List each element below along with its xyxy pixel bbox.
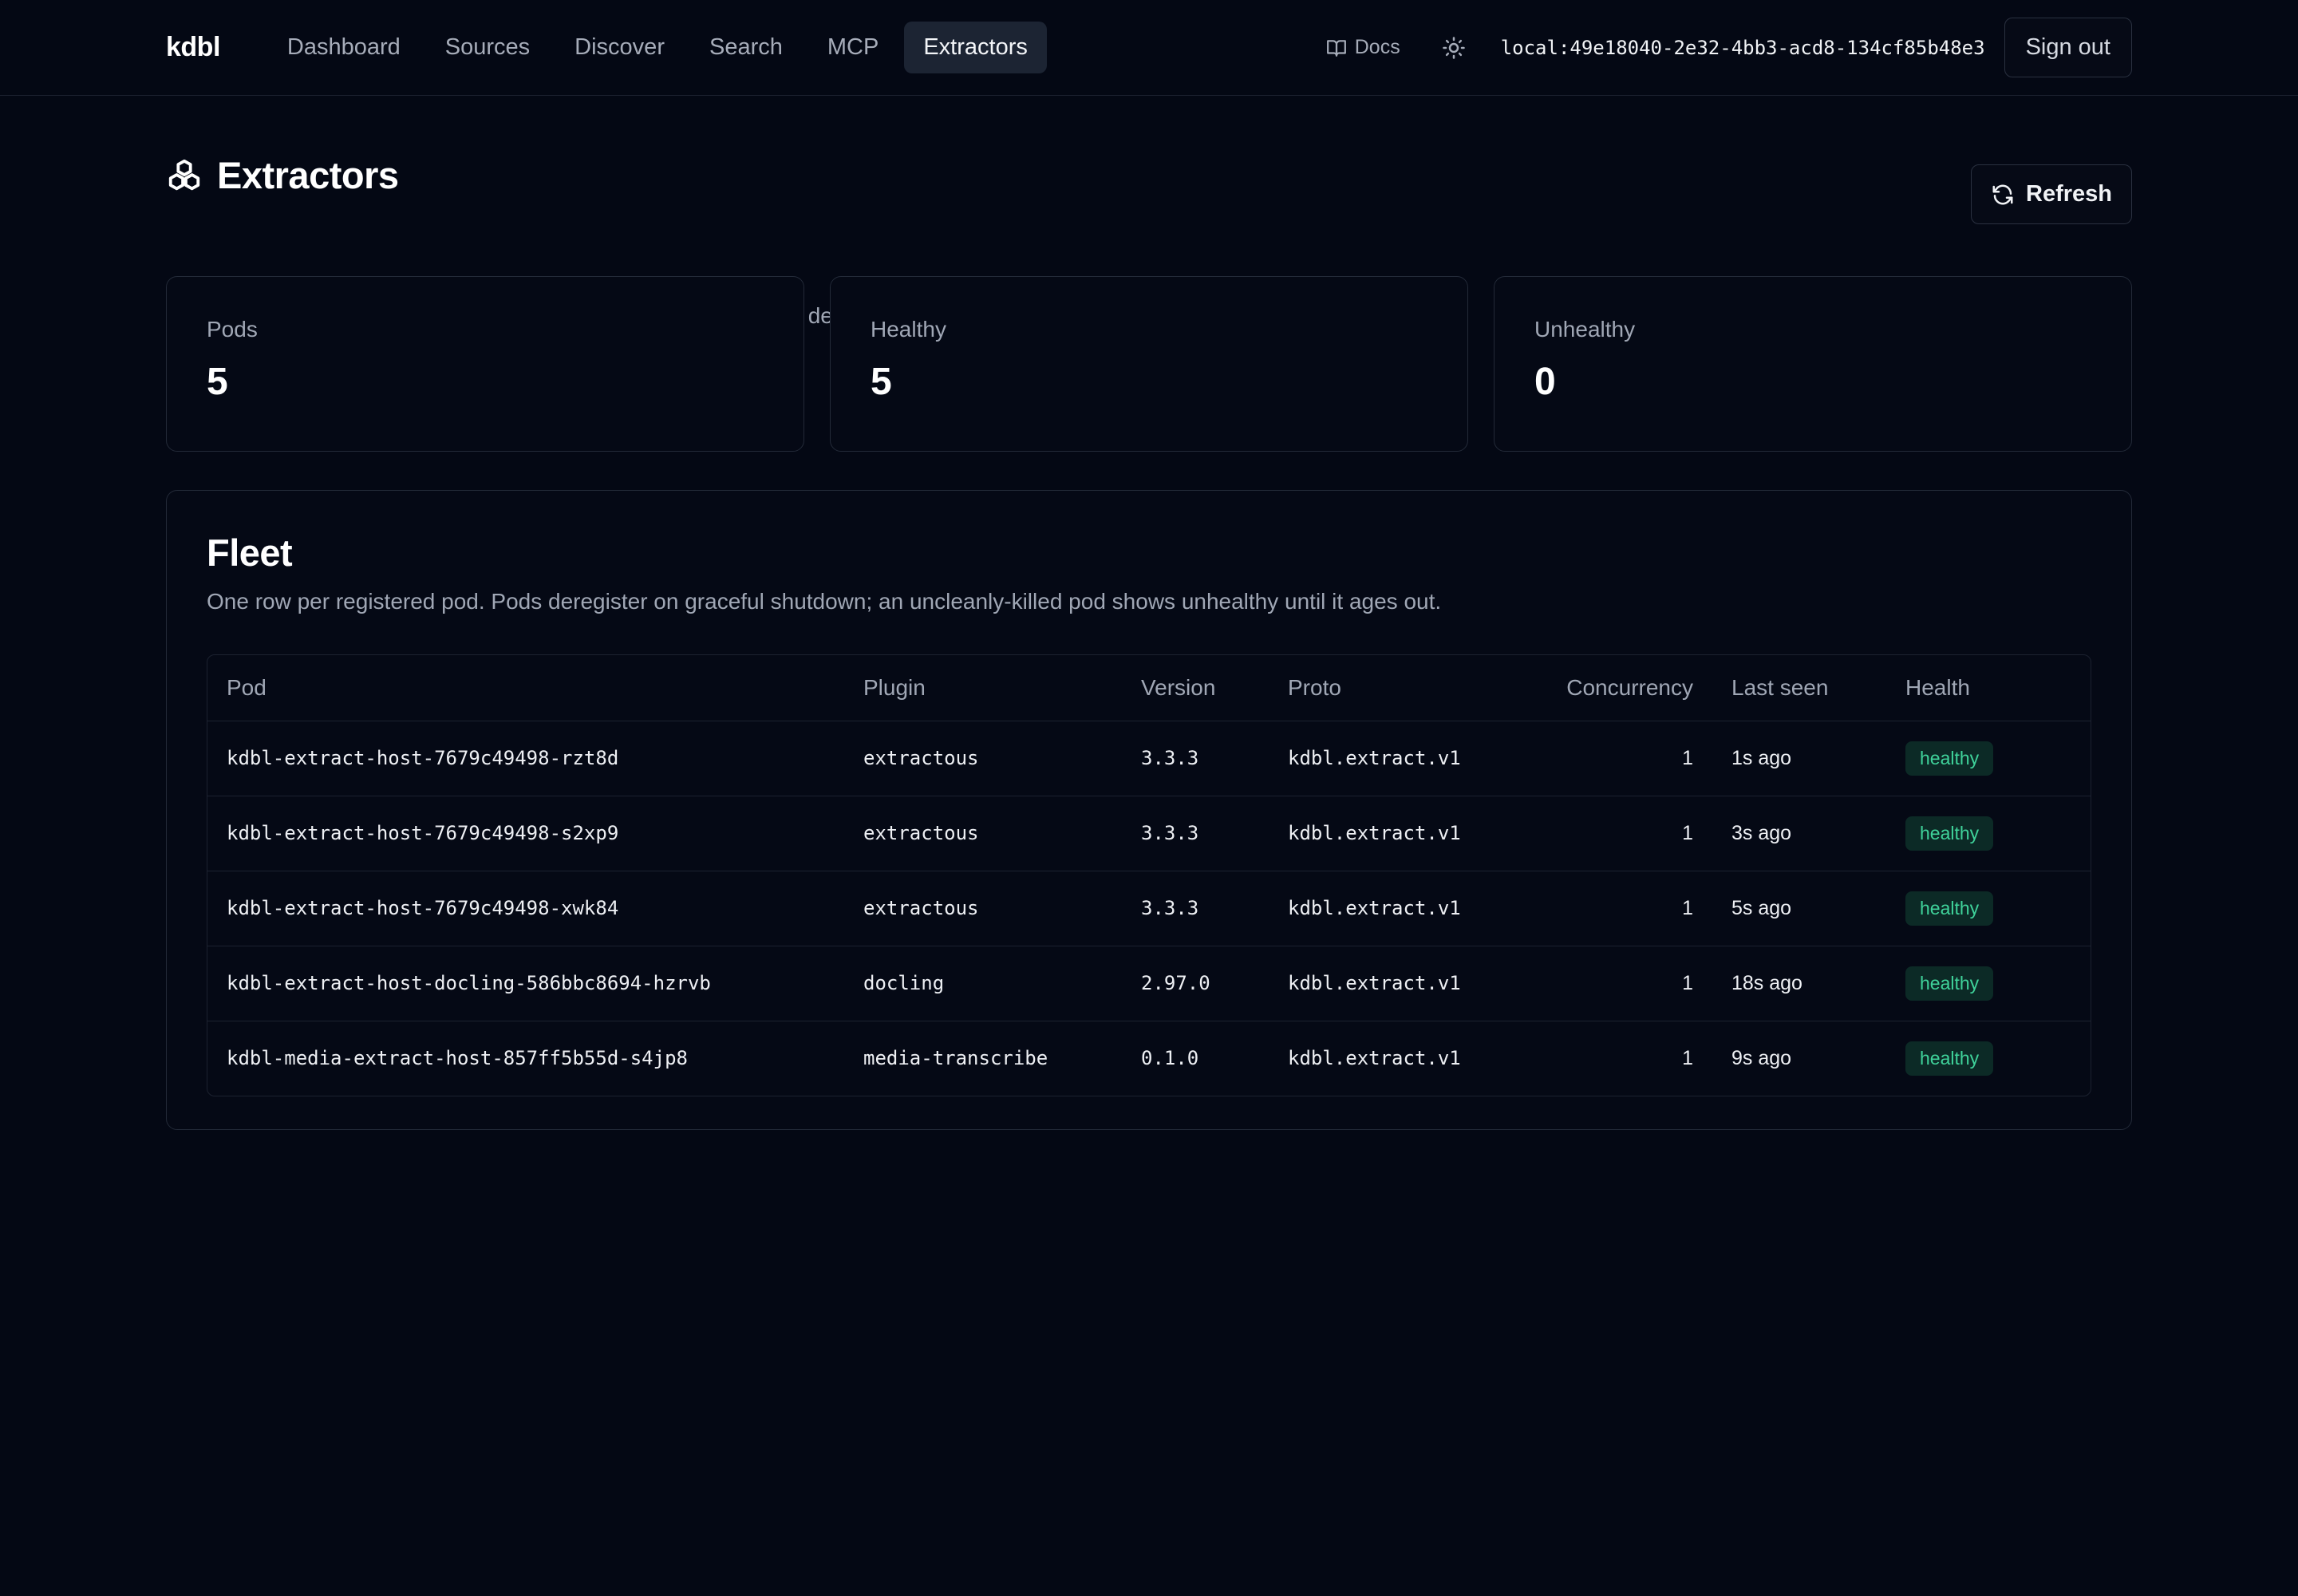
cell-pod: kdbl-extract-host-7679c49498-xwk84	[207, 871, 844, 946]
column-header-last-seen: Last seen	[1712, 655, 1886, 721]
cell-version: 3.3.3	[1122, 796, 1269, 871]
cell-concurrency: 1	[1682, 1046, 1693, 1069]
nav-link-dashboard[interactable]: Dashboard	[268, 22, 420, 73]
refresh-icon	[1992, 184, 2013, 204]
cell-concurrency: 1	[1540, 946, 1712, 1021]
cell-proto: kdbl.extract.v1	[1269, 796, 1540, 871]
nav-link-mcp[interactable]: MCP	[808, 22, 898, 73]
sign-out-button[interactable]: Sign out	[2004, 18, 2132, 77]
cell-health: healthy	[1886, 871, 2091, 946]
stat-value: 5	[207, 361, 228, 403]
stat-label: Healthy	[871, 317, 946, 342]
cell-version: 3.3.3	[1122, 871, 1269, 946]
title-row: Extractors	[166, 153, 399, 197]
brand-logo[interactable]: kdbl	[166, 32, 220, 63]
cell-plugin: extractous	[844, 871, 1122, 946]
fleet-table: Pod Plugin Version Proto Concurrency Las…	[207, 655, 2091, 1096]
stat-value: 0	[1534, 361, 1556, 403]
nav-link-discover[interactable]: Discover	[555, 22, 684, 73]
stat-card-pods: Pods 5	[166, 276, 804, 452]
refresh-label: Refresh	[2026, 181, 2112, 207]
column-header-concurrency: Concurrency	[1540, 655, 1712, 721]
stat-card-healthy: Healthy 5	[830, 276, 1468, 452]
nav-right: Docs local:49e18040-2e32-4bb3-acd8-134cf…	[1326, 18, 2132, 77]
cell-concurrency: 1	[1540, 871, 1712, 946]
column-header-pod: Pod	[207, 655, 844, 721]
table-row: kdbl-extract-host-7679c49498-s2xp9 extra…	[207, 796, 2091, 871]
nav-link-extractors[interactable]: Extractors	[904, 22, 1047, 73]
stats-row: Pods 5 Healthy 5 Unhealthy 0	[166, 276, 2132, 452]
session-id: local:49e18040-2e32-4bb3-acd8-134cf85b48…	[1500, 36, 1985, 59]
column-header-version: Version	[1122, 655, 1269, 721]
cell-proto: kdbl.extract.v1	[1269, 871, 1540, 946]
table-row: kdbl-extract-host-7679c49498-rzt8d extra…	[207, 721, 2091, 796]
table-header-row: Pod Plugin Version Proto Concurrency Las…	[207, 655, 2091, 721]
cell-version: 0.1.0	[1141, 1047, 1199, 1070]
column-header-health: Health	[1886, 655, 2091, 721]
column-header-plugin: Plugin	[844, 655, 1122, 721]
cell-last-seen: 1s ago	[1712, 721, 1886, 796]
cell-plugin: docling	[844, 946, 1122, 1021]
page-header: Extractors Content-extraction host pods …	[166, 96, 2132, 328]
health-badge: healthy	[1905, 1041, 1994, 1076]
health-badge: healthy	[1905, 816, 1994, 851]
health-badge: healthy	[1905, 891, 1994, 926]
sun-icon	[1442, 36, 1465, 59]
cell-health: healthy	[1886, 796, 2091, 871]
cell-health: healthy	[1886, 1021, 2091, 1096]
fleet-table-wrapper: Pod Plugin Version Proto Concurrency Las…	[207, 654, 2091, 1096]
cell-last-seen: 5s ago	[1712, 871, 1886, 946]
stat-card-unhealthy: Unhealthy 0	[1494, 276, 2132, 452]
docs-link[interactable]: Docs	[1326, 36, 1400, 59]
nav-link-search[interactable]: Search	[690, 22, 802, 73]
cell-last-seen: 3s ago	[1712, 796, 1886, 871]
cell-health: healthy	[1886, 721, 2091, 796]
cell-concurrency: 1	[1540, 721, 1712, 796]
cell-plugin: extractous	[844, 721, 1122, 796]
health-badge: healthy	[1905, 741, 1994, 776]
top-nav: kdbl Dashboard Sources Discover Search M…	[0, 0, 2298, 96]
cell-last-seen: 18s ago	[1712, 946, 1886, 1021]
stat-label: Pods	[207, 317, 258, 342]
table-row: kdbl-extract-host-7679c49498-xwk84 extra…	[207, 871, 2091, 946]
fleet-subtitle: One row per registered pod. Pods deregis…	[207, 589, 1442, 614]
table-row: kdbl-extract-host-docling-586bbc8694-hzr…	[207, 946, 2091, 1021]
stat-label: Unhealthy	[1534, 317, 1636, 342]
cell-proto: kdbl.extract.v1	[1288, 1047, 1461, 1070]
cell-pod: kdbl-extract-host-7679c49498-rzt8d	[207, 721, 844, 796]
nav-link-sources[interactable]: Sources	[426, 22, 549, 73]
refresh-button[interactable]: Refresh	[1971, 164, 2132, 224]
page-title: Extractors	[217, 154, 399, 196]
docs-label: Docs	[1354, 36, 1400, 58]
theme-toggle[interactable]	[1442, 36, 1466, 60]
nav-links: Dashboard Sources Discover Search MCP Ex…	[268, 22, 1053, 73]
cell-plugin: media-transcribe	[863, 1047, 1048, 1070]
cell-concurrency: 1	[1540, 796, 1712, 871]
cell-last-seen: 9s ago	[1731, 1046, 1792, 1069]
cell-version: 3.3.3	[1122, 721, 1269, 796]
cell-pod: kdbl-media-extract-host-857ff5b55d-s4jp8	[227, 1047, 688, 1070]
cell-plugin: extractous	[844, 796, 1122, 871]
cell-pod: kdbl-extract-host-docling-586bbc8694-hzr…	[207, 946, 844, 1021]
main-content: Extractors Content-extraction host pods …	[0, 96, 2298, 328]
health-badge: healthy	[1905, 966, 1994, 1001]
fleet-card: Fleet One row per registered pod. Pods d…	[166, 490, 2132, 1130]
boxes-icon	[168, 159, 200, 190]
cell-version: 2.97.0	[1122, 946, 1269, 1021]
cell-proto: kdbl.extract.v1	[1269, 721, 1540, 796]
book-open-icon	[1326, 39, 1346, 57]
cell-pod: kdbl-extract-host-7679c49498-s2xp9	[207, 796, 844, 871]
cell-health: healthy	[1886, 946, 2091, 1021]
column-header-proto: Proto	[1269, 655, 1540, 721]
cell-proto: kdbl.extract.v1	[1269, 946, 1540, 1021]
fleet-title: Fleet	[207, 531, 293, 574]
stat-value: 5	[871, 361, 892, 403]
table-row: kdbl-media-extract-host-857ff5b55d-s4jp8…	[207, 1021, 2091, 1096]
